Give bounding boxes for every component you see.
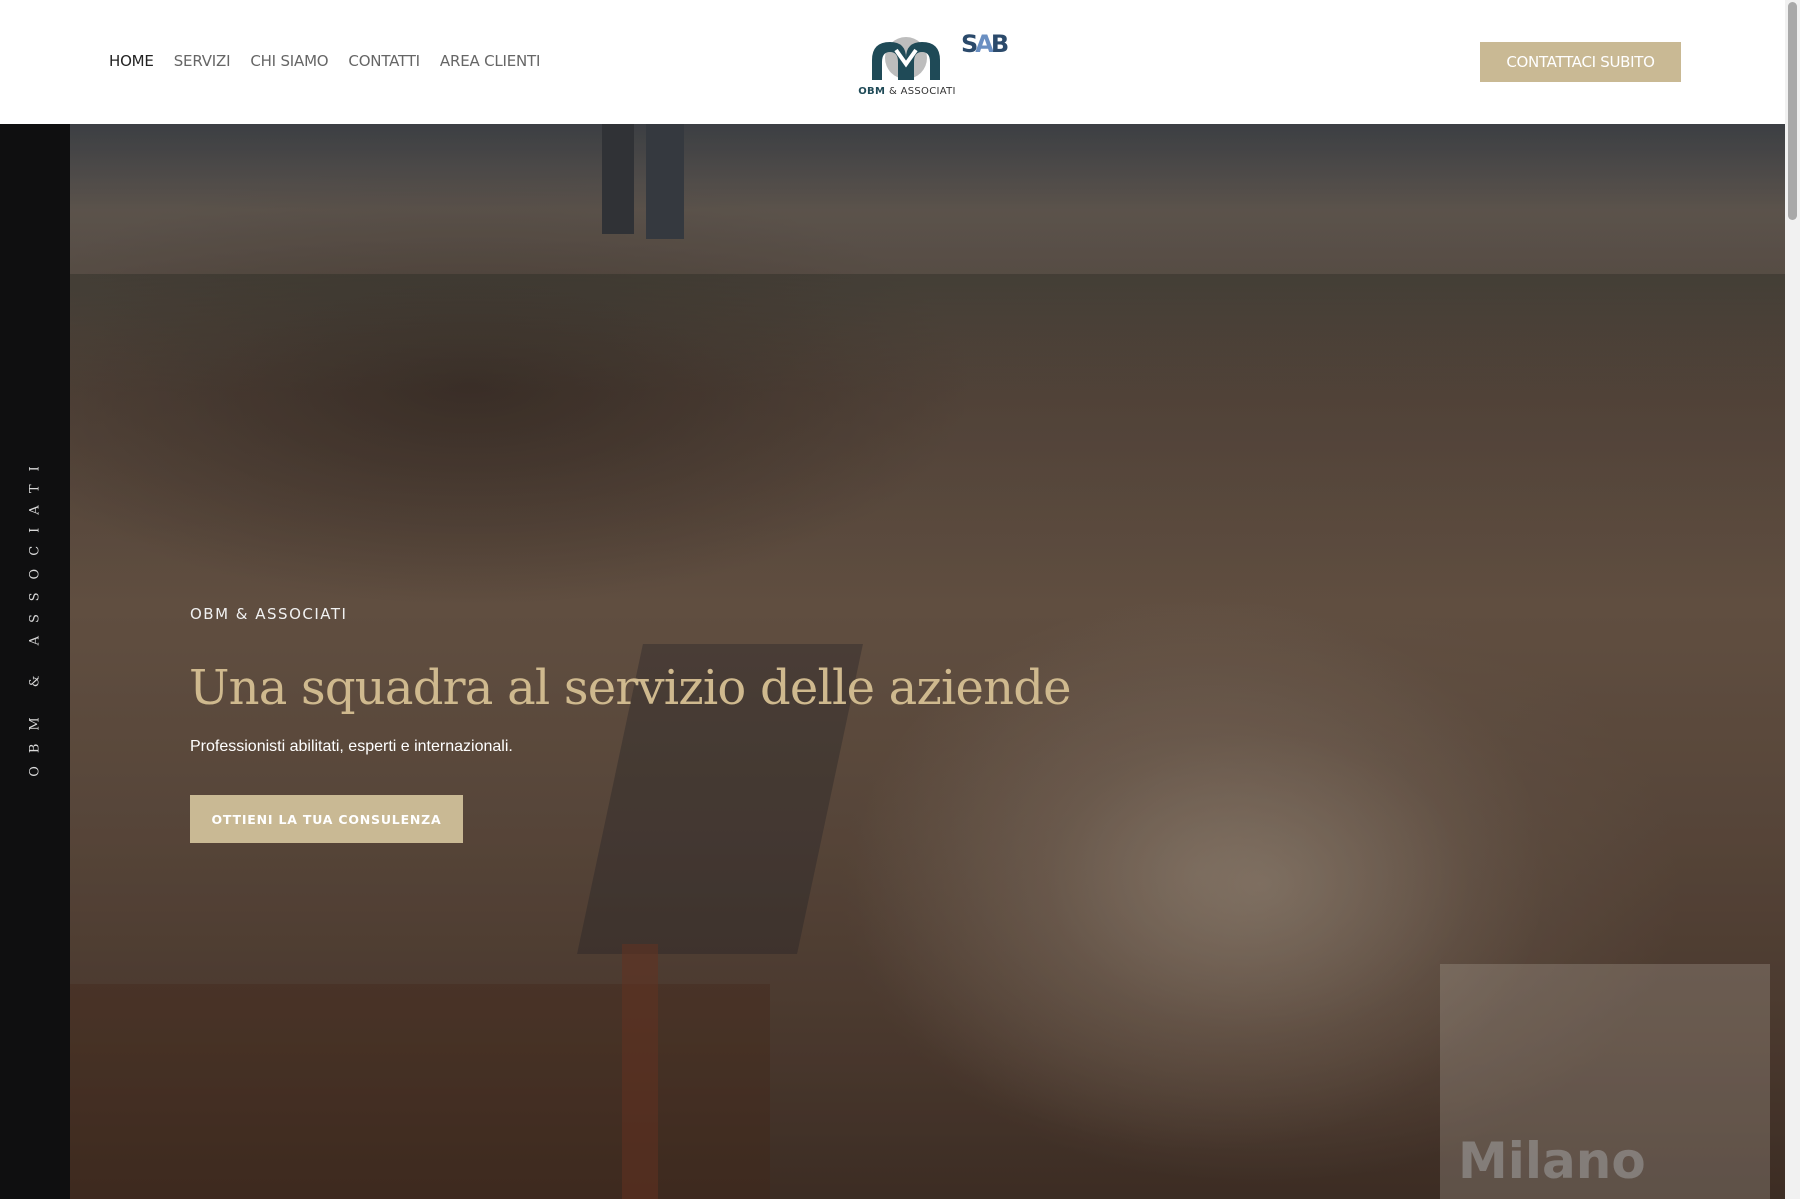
partner-letter-s: S [961,30,978,58]
site-header: HOME SERVIZI CHI SIAMO CONTATTI AREA CLI… [0,0,1785,124]
scrollbar-thumb[interactable] [1788,2,1797,220]
side-bar: OBM & ASSOCIATI [0,124,70,1199]
contact-now-button[interactable]: CONTATTACI SUBITO [1480,42,1681,82]
hero-subtitle: Professionisti abilitati, esperti e inte… [190,738,513,755]
nav-item-chi-siamo[interactable]: CHI SIAMO [250,52,328,70]
hero-title: Una squadra al servizio delle aziende [189,660,1072,716]
milano-watermark: Milano [1458,1132,1646,1190]
logo-name-associati: & ASSOCIATI [889,86,956,97]
page-scrollbar[interactable] [1785,0,1800,1199]
nav-item-home[interactable]: HOME [109,52,154,70]
partner-letter-a: A [975,30,993,58]
sab-partner-logo: SAB [961,30,1009,58]
logo-name-obm: OBM [858,86,886,97]
nav-item-area-clienti[interactable]: AREA CLIENTI [440,52,541,70]
brand-logo[interactable]: OBM & ASSOCIATI SAB [850,28,1020,100]
partner-letter-b: B [990,30,1009,58]
logo-wordmark: OBM & ASSOCIATI [852,86,962,97]
nav-item-servizi[interactable]: SERVIZI [174,52,231,70]
hero-section: OBM & ASSOCIATI Una squadra al servizio … [70,124,1785,1199]
hero-eyebrow: OBM & ASSOCIATI [190,605,348,623]
main-nav: HOME SERVIZI CHI SIAMO CONTATTI AREA CLI… [109,52,540,70]
sidebar-vertical-text: OBM & ASSOCIATI [27,453,43,777]
get-consultation-button[interactable]: OTTIENI LA TUA CONSULENZA [190,795,463,843]
obm-logo-mark-icon [872,37,940,80]
nav-item-contatti[interactable]: CONTATTI [348,52,420,70]
